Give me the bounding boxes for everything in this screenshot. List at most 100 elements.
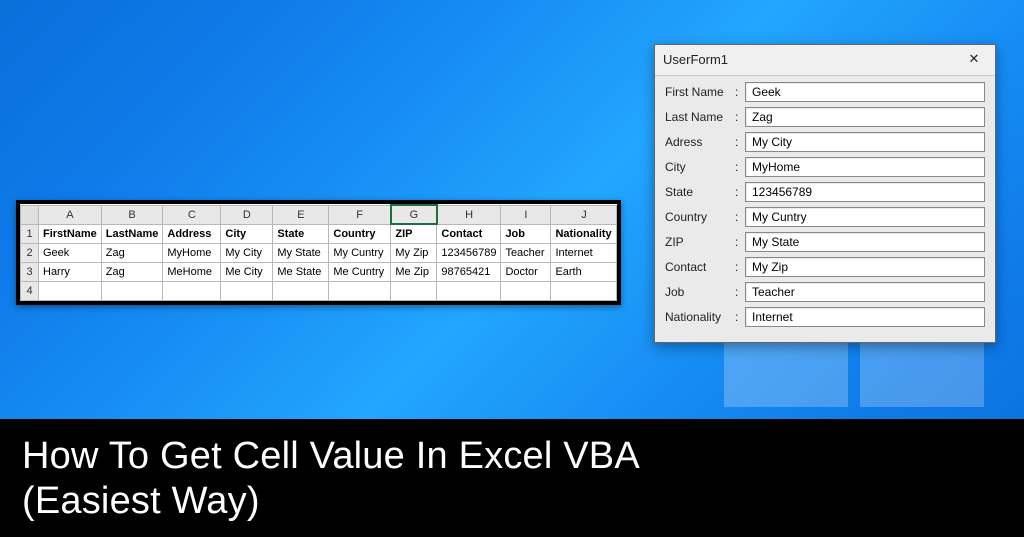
row-head-1[interactable]: 1: [21, 224, 39, 244]
userform-window[interactable]: UserForm1 ✕ First Name : Last Name : Adr…: [654, 44, 996, 343]
cell[interactable]: My Cuntry: [329, 244, 391, 263]
cell[interactable]: Nationality: [551, 224, 617, 244]
colon: :: [735, 185, 745, 199]
row-head-2[interactable]: 2: [21, 244, 39, 263]
colon: :: [735, 235, 745, 249]
table-row: 1 FirstName LastName Address City State …: [21, 224, 617, 244]
row-head-3[interactable]: 3: [21, 263, 39, 282]
cell[interactable]: Harry: [39, 263, 102, 282]
field-row-nationality: Nationality :: [665, 307, 985, 327]
colon: :: [735, 110, 745, 124]
col-head-f[interactable]: F: [329, 205, 391, 224]
col-head-c[interactable]: C: [163, 205, 221, 224]
spreadsheet-window[interactable]: A B C D E F G H I J 1 FirstName LastName…: [16, 200, 621, 305]
field-row-lastname: Last Name :: [665, 107, 985, 127]
colon: :: [735, 310, 745, 324]
cell[interactable]: Address: [163, 224, 221, 244]
col-head-a[interactable]: A: [39, 205, 102, 224]
col-head-i[interactable]: I: [501, 205, 551, 224]
field-label: Adress: [665, 135, 735, 149]
cell[interactable]: Contact: [437, 224, 501, 244]
cell[interactable]: [101, 282, 163, 301]
firstname-input[interactable]: [745, 82, 985, 102]
country-input[interactable]: [745, 207, 985, 227]
cell[interactable]: [163, 282, 221, 301]
caption-line2: (Easiest Way): [22, 479, 1002, 524]
cell[interactable]: [273, 282, 329, 301]
contact-input[interactable]: [745, 257, 985, 277]
field-label: Country: [665, 210, 735, 224]
cell[interactable]: [329, 282, 391, 301]
cell[interactable]: My Zip: [391, 244, 437, 263]
cell[interactable]: Earth: [551, 263, 617, 282]
lastname-input[interactable]: [745, 107, 985, 127]
col-head-b[interactable]: B: [101, 205, 163, 224]
cell[interactable]: City: [221, 224, 273, 244]
state-input[interactable]: [745, 182, 985, 202]
cell[interactable]: Country: [329, 224, 391, 244]
col-head-j[interactable]: J: [551, 205, 617, 224]
cell[interactable]: Internet: [551, 244, 617, 263]
field-row-contact: Contact :: [665, 257, 985, 277]
address-input[interactable]: [745, 132, 985, 152]
field-label: Nationality: [665, 310, 735, 324]
colon: :: [735, 210, 745, 224]
city-input[interactable]: [745, 157, 985, 177]
col-head-g[interactable]: G: [391, 205, 437, 224]
cell[interactable]: [39, 282, 102, 301]
cell[interactable]: [221, 282, 273, 301]
colon: :: [735, 160, 745, 174]
nationality-input[interactable]: [745, 307, 985, 327]
cell[interactable]: 98765421: [437, 263, 501, 282]
cell[interactable]: State: [273, 224, 329, 244]
cell[interactable]: LastName: [101, 224, 163, 244]
cell[interactable]: Me Zip: [391, 263, 437, 282]
userform-titlebar[interactable]: UserForm1 ✕: [655, 45, 995, 76]
field-row-firstname: First Name :: [665, 82, 985, 102]
userform-title: UserForm1: [663, 52, 728, 67]
table-row: 4: [21, 282, 617, 301]
cell[interactable]: Me Cuntry: [329, 263, 391, 282]
spreadsheet-grid[interactable]: A B C D E F G H I J 1 FirstName LastName…: [20, 204, 617, 301]
colon: :: [735, 85, 745, 99]
field-label: Contact: [665, 260, 735, 274]
caption-line1: How To Get Cell Value In Excel VBA: [22, 434, 1002, 479]
col-head-e[interactable]: E: [273, 205, 329, 224]
cell[interactable]: My State: [273, 244, 329, 263]
cell[interactable]: 123456789: [437, 244, 501, 263]
close-button[interactable]: ✕: [961, 49, 987, 69]
cell[interactable]: MyHome: [163, 244, 221, 263]
select-all-corner[interactable]: [21, 205, 39, 224]
cell[interactable]: MeHome: [163, 263, 221, 282]
cell[interactable]: Teacher: [501, 244, 551, 263]
cell[interactable]: [437, 282, 501, 301]
colon: :: [735, 260, 745, 274]
cell[interactable]: Job: [501, 224, 551, 244]
cell[interactable]: Me State: [273, 263, 329, 282]
field-row-zip: ZIP :: [665, 232, 985, 252]
cell[interactable]: [501, 282, 551, 301]
colon: :: [735, 285, 745, 299]
column-header-row: A B C D E F G H I J: [21, 205, 617, 224]
row-head-4[interactable]: 4: [21, 282, 39, 301]
field-row-state: State :: [665, 182, 985, 202]
cell[interactable]: Doctor: [501, 263, 551, 282]
cell[interactable]: Me City: [221, 263, 273, 282]
cell[interactable]: ZIP: [391, 224, 437, 244]
cell[interactable]: Zag: [101, 263, 163, 282]
cell[interactable]: Geek: [39, 244, 102, 263]
cell[interactable]: Zag: [101, 244, 163, 263]
field-label: ZIP: [665, 235, 735, 249]
col-head-h[interactable]: H: [437, 205, 501, 224]
field-row-job: Job :: [665, 282, 985, 302]
cell[interactable]: My City: [221, 244, 273, 263]
col-head-d[interactable]: D: [221, 205, 273, 224]
field-row-address: Adress :: [665, 132, 985, 152]
job-input[interactable]: [745, 282, 985, 302]
cell[interactable]: [551, 282, 617, 301]
zip-input[interactable]: [745, 232, 985, 252]
table-row: 3 Harry Zag MeHome Me City Me State Me C…: [21, 263, 617, 282]
field-row-country: Country :: [665, 207, 985, 227]
cell[interactable]: FirstName: [39, 224, 102, 244]
cell[interactable]: [391, 282, 437, 301]
